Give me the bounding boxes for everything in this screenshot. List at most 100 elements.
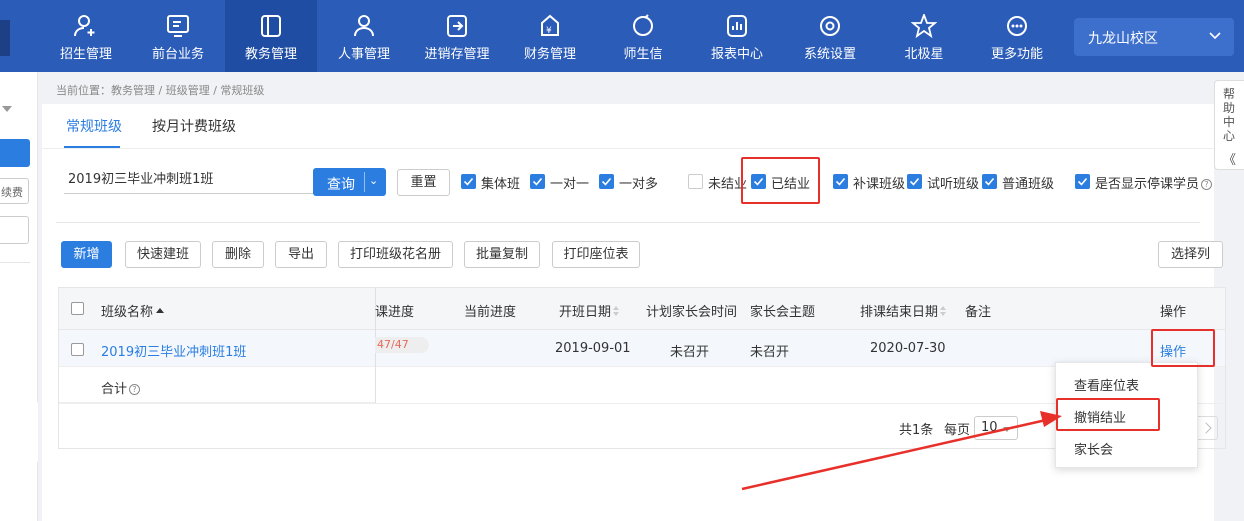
help-center-tab[interactable]: 帮助中心 《 xyxy=(1214,80,1244,170)
nav-item-academic[interactable]: 教务管理 xyxy=(225,0,317,72)
book-icon xyxy=(261,15,281,37)
column-header-end-date[interactable]: 排课结束日期 xyxy=(860,301,947,320)
quick-create-button[interactable]: 快速建班 xyxy=(125,241,201,268)
menu-item-parent-meeting[interactable]: 家长会 xyxy=(1074,439,1113,458)
annotation-highlight-action xyxy=(1151,329,1215,367)
person-icon xyxy=(354,15,374,37)
divider xyxy=(56,222,1200,223)
tab-monthly-class[interactable]: 按月计费班级 xyxy=(152,116,236,136)
total-count: 共1条 xyxy=(899,423,934,438)
total-label: 合计? xyxy=(101,378,141,397)
top-nav-bar: 招生管理 前台业务 教务管理 人事管理 进销存管理 ¥ 财务管理 师生信 报表中… xyxy=(0,0,1244,72)
nav-item-more[interactable]: 更多功能 xyxy=(971,0,1063,72)
meeting-time-cell: 未召开 xyxy=(670,345,710,360)
progress-badge: 47/47 xyxy=(375,337,429,353)
annotation-highlight-revoke xyxy=(1056,398,1160,431)
chevron-down-icon xyxy=(1209,32,1221,40)
column-header-meeting-topic: 家长会主题 xyxy=(750,305,816,320)
class-search-input[interactable]: 2019初三毕业冲刺班1班 xyxy=(64,170,314,194)
export-button[interactable]: 导出 xyxy=(275,241,327,268)
tab-regular-class[interactable]: 常规班级 xyxy=(66,116,122,136)
nav-label: 更多功能 xyxy=(990,47,1043,62)
end-date-cell: 2020-07-30 xyxy=(870,341,946,356)
select-all-checkbox[interactable] xyxy=(71,302,84,315)
campus-name: 九龙山校区 xyxy=(1088,31,1158,47)
nav-label: 人事管理 xyxy=(337,47,390,62)
monitor-icon xyxy=(167,15,189,37)
column-header-action: 操作 xyxy=(1160,305,1187,320)
sidebar-button[interactable]: 续费 xyxy=(0,178,29,204)
nav-label: 系统设置 xyxy=(803,47,856,62)
main-content: 常规班级 按月计费班级 2019初三毕业冲刺班1班 查询 ⌄ 重置 集体班 一对… xyxy=(42,104,1226,521)
start-date-cell: 2019-09-01 xyxy=(555,341,631,356)
collapse-icon[interactable]: 《 xyxy=(1223,149,1236,168)
nav-label: 进销存管理 xyxy=(424,47,490,62)
sort-icon xyxy=(613,306,620,316)
nav-label: 招生管理 xyxy=(59,47,112,62)
column-header-remark: 备注 xyxy=(965,305,992,320)
help-icon[interactable]: ? xyxy=(1201,179,1213,190)
print-seat-chart-button[interactable]: 打印座位表 xyxy=(552,241,640,268)
checkbox-checked-icon xyxy=(907,174,922,189)
meeting-topic-cell: 未召开 xyxy=(750,345,790,360)
page-size-select[interactable]: 10 xyxy=(974,416,1018,440)
checkbox-checked-icon xyxy=(530,174,545,189)
nav-item-finance[interactable]: ¥ 财务管理 xyxy=(504,0,596,72)
nav-item-polaris[interactable]: 北极星 xyxy=(878,0,970,72)
caret-down-icon[interactable] xyxy=(2,106,12,112)
column-header-meeting-time: 计划家长会时间 xyxy=(646,305,738,320)
nav-item-front-desk[interactable]: 前台业务 xyxy=(132,0,224,72)
help-center-label: 帮助中心 xyxy=(1223,87,1236,143)
checkbox-checked-icon xyxy=(461,174,476,189)
column-header-schedule-progress: 课进度 xyxy=(375,305,415,320)
nav-label: 教务管理 xyxy=(244,47,297,62)
menu-item-view-seat-chart[interactable]: 查看座位表 xyxy=(1074,375,1139,394)
per-page-label: 每页 xyxy=(944,423,971,438)
class-name-link[interactable]: 2019初三毕业冲刺班1班 xyxy=(101,341,246,360)
select-columns-button[interactable]: 选择列 xyxy=(1158,241,1223,268)
column-header-name[interactable]: 班级名称 xyxy=(101,301,165,320)
delete-button[interactable]: 删除 xyxy=(212,241,264,268)
message-icon xyxy=(633,14,653,36)
nav-label: 师生信 xyxy=(623,47,663,62)
query-button[interactable]: 查询 ⌄ xyxy=(313,168,386,196)
checkbox-checked-icon xyxy=(599,174,614,189)
nav-label: 北极星 xyxy=(904,47,944,62)
new-button[interactable]: 新增 xyxy=(61,241,112,268)
nav-label: 报表中心 xyxy=(710,47,763,62)
sidebar-active-item[interactable] xyxy=(0,139,30,167)
logo xyxy=(0,20,10,56)
help-icon[interactable]: ? xyxy=(129,384,141,395)
row-checkbox[interactable] xyxy=(71,343,84,356)
nav-item-messages[interactable]: 师生信 xyxy=(597,0,689,72)
checkbox-checked-icon xyxy=(1075,174,1090,189)
checkbox-unchecked-icon xyxy=(688,174,703,189)
class-table: 班级名称 课进度 当前进度 开班日期 计划家长会时间 家长会主题 排课结束日期 … xyxy=(58,287,1226,449)
divider xyxy=(0,262,30,263)
nav-item-inventory[interactable]: 进销存管理 xyxy=(411,0,503,72)
report-icon xyxy=(727,15,747,37)
batch-copy-button[interactable]: 批量复制 xyxy=(464,241,540,268)
nav-label: 财务管理 xyxy=(523,47,576,62)
reset-button[interactable]: 重置 xyxy=(397,169,450,196)
double-chevron-down-icon[interactable]: ⌄ xyxy=(369,174,378,187)
sort-icon xyxy=(940,306,947,316)
campus-selector[interactable]: 九龙山校区 xyxy=(1074,18,1234,56)
nav-label: 前台业务 xyxy=(151,47,204,62)
pagination: 共1条 每页 10 xyxy=(59,416,1225,440)
column-header-start-date[interactable]: 开班日期 xyxy=(559,301,620,320)
nav-item-hr[interactable]: 人事管理 xyxy=(318,0,410,72)
settings-icon xyxy=(820,16,840,36)
checkbox-checked-icon xyxy=(833,174,848,189)
sort-asc-icon xyxy=(156,308,165,313)
nav-item-enrollment[interactable]: 招生管理 xyxy=(40,0,132,72)
nav-item-settings[interactable]: 系统设置 xyxy=(784,0,876,72)
checkbox-checked-icon xyxy=(982,174,997,189)
more-icon xyxy=(1007,16,1027,36)
caret-down-icon xyxy=(1003,427,1011,432)
nav-item-reports[interactable]: 报表中心 xyxy=(691,0,783,72)
left-sidebar: 续费 xyxy=(0,72,38,521)
sidebar-input[interactable] xyxy=(0,216,29,244)
sidebar-blank xyxy=(0,402,38,462)
print-roster-button[interactable]: 打印班级花名册 xyxy=(338,241,453,268)
